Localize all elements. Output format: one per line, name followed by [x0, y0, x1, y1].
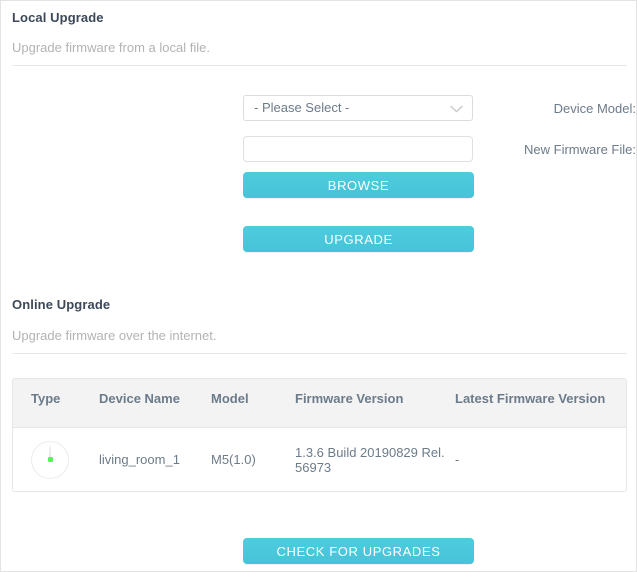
- cell-model: M5(1.0): [211, 452, 295, 467]
- device-model-selected-value: - Please Select -: [254, 96, 472, 120]
- table-row: living_room_1 M5(1.0) 1.3.6 Build 201908…: [13, 428, 626, 491]
- firmware-upgrade-page: Local Upgrade Upgrade firmware from a lo…: [0, 0, 637, 572]
- column-header-firmware-version: Firmware Version: [295, 379, 455, 406]
- device-model-select-wrap: - Please Select -: [243, 95, 473, 121]
- device-model-select[interactable]: - Please Select -: [243, 95, 473, 121]
- device-status-dot: [48, 457, 53, 462]
- column-header-type: Type: [13, 379, 93, 406]
- online-upgrade-description: Upgrade firmware over the internet.: [12, 328, 216, 343]
- online-upgrade-title: Online Upgrade: [12, 297, 110, 312]
- upgrade-button[interactable]: UPGRADE: [243, 226, 474, 252]
- column-header-device-name: Device Name: [93, 379, 211, 406]
- deco-device-icon: [31, 441, 69, 479]
- local-upgrade-divider: [12, 65, 627, 66]
- cell-device-name: living_room_1: [93, 452, 211, 467]
- table-header-row: Type Device Name Model Firmware Version …: [13, 379, 626, 428]
- local-upgrade-title: Local Upgrade: [12, 10, 104, 25]
- cell-latest-firmware-version: -: [455, 452, 615, 467]
- local-upgrade-description: Upgrade firmware from a local file.: [12, 40, 210, 55]
- column-header-latest-firmware-version: Latest Firmware Version: [455, 379, 615, 406]
- new-firmware-file-input-wrap: [243, 136, 473, 162]
- column-header-model: Model: [211, 379, 295, 406]
- online-upgrade-divider: [12, 353, 627, 354]
- check-for-upgrades-button[interactable]: CHECK FOR UPGRADES: [243, 538, 474, 564]
- browse-button[interactable]: BROWSE: [243, 172, 474, 198]
- cell-firmware-version: 1.3.6 Build 20190829 Rel. 56973: [295, 445, 455, 475]
- new-firmware-file-input[interactable]: [243, 136, 473, 162]
- chevron-down-icon: [450, 96, 463, 122]
- cell-type: [13, 441, 93, 479]
- device-firmware-table: Type Device Name Model Firmware Version …: [12, 378, 627, 492]
